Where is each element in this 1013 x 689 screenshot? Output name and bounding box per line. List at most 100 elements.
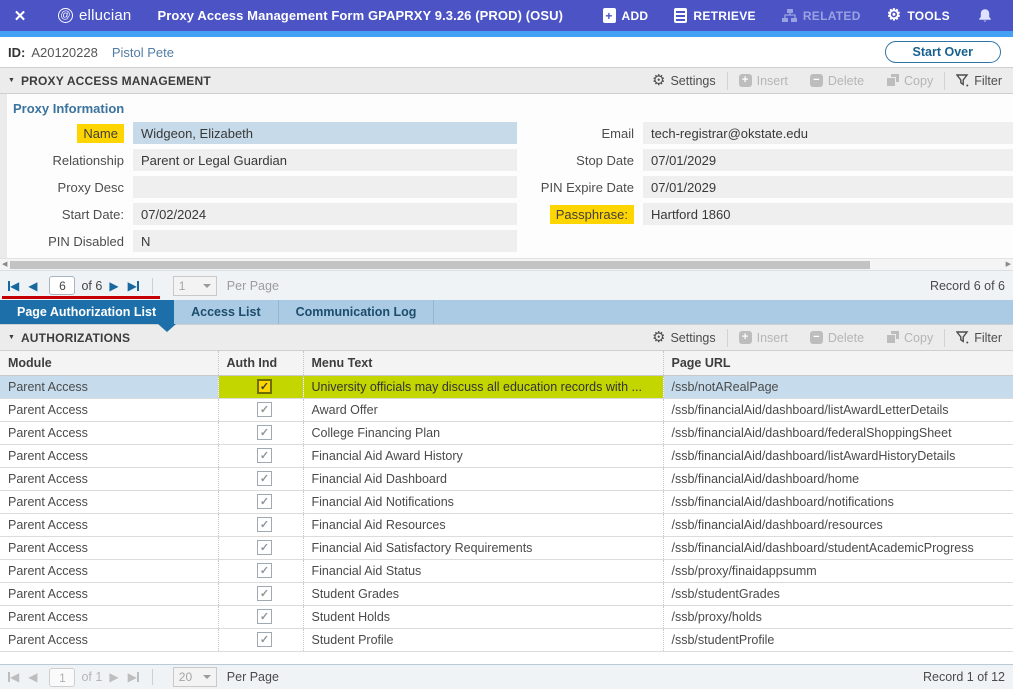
pin-disabled-field[interactable]: N bbox=[133, 230, 517, 252]
filter-button[interactable]: Filter bbox=[945, 74, 1013, 88]
scrollbar-thumb[interactable] bbox=[10, 261, 870, 269]
checkbox-checked-icon[interactable]: ✓ bbox=[257, 402, 272, 417]
record-indicator: Record 6 of 6 bbox=[930, 279, 1005, 293]
add-label: ADD bbox=[622, 9, 649, 23]
checkbox-checked-icon[interactable]: ✓ bbox=[257, 540, 272, 555]
menu-text-cell: Financial Aid Resources bbox=[303, 513, 663, 536]
relationship-label: Relationship bbox=[7, 153, 133, 168]
settings-button[interactable]: ⚙ Settings bbox=[641, 73, 727, 88]
menu-text-cell: Financial Aid Status bbox=[303, 559, 663, 582]
menu-text-cell: Financial Aid Satisfactory Requirements bbox=[303, 536, 663, 559]
first-page-button[interactable]: ◀ bbox=[8, 280, 19, 292]
last-page-button[interactable]: ▶ bbox=[128, 671, 139, 683]
tools-button[interactable]: ⚙ TOOLS bbox=[874, 0, 963, 31]
brand-name: ellucian bbox=[79, 7, 131, 24]
table-row[interactable]: Parent Access ✓ Award Offer /ssb/financi… bbox=[0, 398, 1013, 421]
checkbox-checked-icon[interactable]: ✓ bbox=[257, 517, 272, 532]
id-label: ID: bbox=[8, 45, 25, 60]
form-left-column: Name Widgeon, Elizabeth Relationship Par… bbox=[7, 122, 517, 257]
insert-button[interactable]: + Insert bbox=[728, 331, 799, 345]
table-row[interactable]: Parent Access ✓ Financial Aid Notificati… bbox=[0, 490, 1013, 513]
retrieve-button[interactable]: RETRIEVE bbox=[661, 0, 768, 31]
per-page-select[interactable]: 20 bbox=[173, 667, 217, 687]
copy-icon bbox=[886, 74, 899, 87]
checkbox-checked-icon[interactable]: ✓ bbox=[257, 586, 272, 601]
tab-access-list[interactable]: Access List bbox=[174, 300, 278, 324]
per-page-label: Per Page bbox=[227, 279, 279, 293]
header-actions: + ADD RETRIEVE RELATED ⚙ TOOLS bbox=[590, 0, 1013, 31]
menu-text-cell: Student Holds bbox=[303, 605, 663, 628]
add-document-icon: + bbox=[603, 8, 616, 23]
page-number-input[interactable]: 1 bbox=[49, 668, 75, 687]
start-over-button[interactable]: Start Over bbox=[885, 41, 1001, 63]
scroll-left-icon[interactable]: ◀ bbox=[2, 259, 7, 270]
table-row[interactable]: Parent Access ✓ Financial Aid Resources … bbox=[0, 513, 1013, 536]
email-field[interactable]: tech-registrar@okstate.edu bbox=[643, 122, 1013, 144]
scroll-right-icon[interactable]: ▶ bbox=[1006, 259, 1011, 270]
table-row[interactable]: Parent Access ✓ Financial Aid Dashboard … bbox=[0, 467, 1013, 490]
table-row[interactable]: Parent Access ✓ Student Profile /ssb/stu… bbox=[0, 628, 1013, 651]
tab-communication-log[interactable]: Communication Log bbox=[279, 300, 435, 324]
collapse-caret-icon[interactable]: ▼ bbox=[8, 77, 15, 84]
table-row[interactable]: Parent Access ✓ University officials may… bbox=[0, 375, 1013, 398]
delete-button[interactable]: − Delete bbox=[799, 74, 875, 88]
table-row[interactable]: Parent Access ✓ Financial Aid Satisfacto… bbox=[0, 536, 1013, 559]
filter-label: Filter bbox=[974, 74, 1002, 88]
previous-page-button[interactable]: ◀ bbox=[28, 280, 37, 292]
checkbox-checked-icon[interactable]: ✓ bbox=[257, 609, 272, 624]
last-page-button[interactable]: ▶ bbox=[128, 280, 139, 292]
delete-button[interactable]: − Delete bbox=[799, 331, 875, 345]
checkbox-checked-icon[interactable]: ✓ bbox=[257, 448, 272, 463]
module-cell: Parent Access bbox=[0, 536, 218, 559]
name-field[interactable]: Widgeon, Elizabeth bbox=[133, 122, 517, 144]
horizontal-scrollbar[interactable]: ◀ ▶ bbox=[0, 258, 1013, 270]
module-cell: Parent Access bbox=[0, 375, 218, 398]
proxy-desc-field[interactable] bbox=[133, 176, 517, 198]
table-row[interactable]: Parent Access ✓ Financial Aid Award Hist… bbox=[0, 444, 1013, 467]
auth-ind-cell: ✓ bbox=[218, 421, 303, 444]
checkbox-checked-icon[interactable]: ✓ bbox=[257, 425, 272, 440]
page-url-cell: /ssb/studentProfile bbox=[663, 628, 1013, 651]
top-header-bar: ✕ @ ellucian Proxy Access Management For… bbox=[0, 0, 1013, 31]
related-button[interactable]: RELATED bbox=[769, 0, 874, 31]
notifications-button[interactable] bbox=[963, 0, 1007, 31]
table-row[interactable]: Parent Access ✓ Financial Aid Status /ss… bbox=[0, 559, 1013, 582]
checkbox-checked-icon[interactable]: ✓ bbox=[257, 379, 272, 394]
relationship-field[interactable]: Parent or Legal Guardian bbox=[133, 149, 517, 171]
next-page-button[interactable]: ▶ bbox=[109, 671, 118, 683]
table-row[interactable]: Parent Access ✓ Student Grades /ssb/stud… bbox=[0, 582, 1013, 605]
minus-square-icon: − bbox=[810, 74, 823, 87]
checkbox-checked-icon[interactable]: ✓ bbox=[257, 563, 272, 578]
filter-button[interactable]: Filter bbox=[945, 331, 1013, 345]
auth-ind-cell: ✓ bbox=[218, 536, 303, 559]
table-row[interactable]: Parent Access ✓ Student Holds /ssb/proxy… bbox=[0, 605, 1013, 628]
next-page-button[interactable]: ▶ bbox=[109, 280, 118, 292]
tab-page-authorization-list[interactable]: Page Authorization List bbox=[0, 300, 174, 324]
insert-label: Insert bbox=[757, 331, 788, 345]
page-number-input[interactable]: 6 bbox=[49, 276, 75, 295]
checkbox-checked-icon[interactable]: ✓ bbox=[257, 632, 272, 647]
module-cell: Parent Access bbox=[0, 605, 218, 628]
page-url-cell: /ssb/financialAid/dashboard/listAwardLet… bbox=[663, 398, 1013, 421]
table-row[interactable]: Parent Access ✓ College Financing Plan /… bbox=[0, 421, 1013, 444]
collapse-caret-icon[interactable]: ▼ bbox=[8, 334, 15, 341]
add-button[interactable]: + ADD bbox=[590, 0, 662, 31]
first-page-button[interactable]: ◀ bbox=[8, 671, 19, 683]
settings-button[interactable]: ⚙ Settings bbox=[641, 330, 727, 345]
auth-ind-cell: ✓ bbox=[218, 398, 303, 421]
insert-button[interactable]: + Insert bbox=[728, 74, 799, 88]
per-page-select[interactable]: 1 bbox=[173, 276, 217, 296]
copy-button[interactable]: Copy bbox=[875, 331, 944, 345]
settings-label: Settings bbox=[670, 74, 715, 88]
start-date-field[interactable]: 07/02/2024 bbox=[133, 203, 517, 225]
checkbox-checked-icon[interactable]: ✓ bbox=[257, 494, 272, 509]
copy-button[interactable]: Copy bbox=[875, 74, 944, 88]
stop-date-field[interactable]: 07/01/2029 bbox=[643, 149, 1013, 171]
auth-ind-cell: ✓ bbox=[218, 444, 303, 467]
checkbox-checked-icon[interactable]: ✓ bbox=[257, 471, 272, 486]
proxy-section-header: ▼ PROXY ACCESS MANAGEMENT ⚙ Settings + I… bbox=[0, 67, 1013, 94]
close-icon[interactable]: ✕ bbox=[0, 7, 40, 25]
pin-expire-date-field[interactable]: 07/01/2029 bbox=[643, 176, 1013, 198]
passphrase-field[interactable]: Hartford 1860 bbox=[643, 203, 1013, 225]
previous-page-button[interactable]: ◀ bbox=[28, 671, 37, 683]
